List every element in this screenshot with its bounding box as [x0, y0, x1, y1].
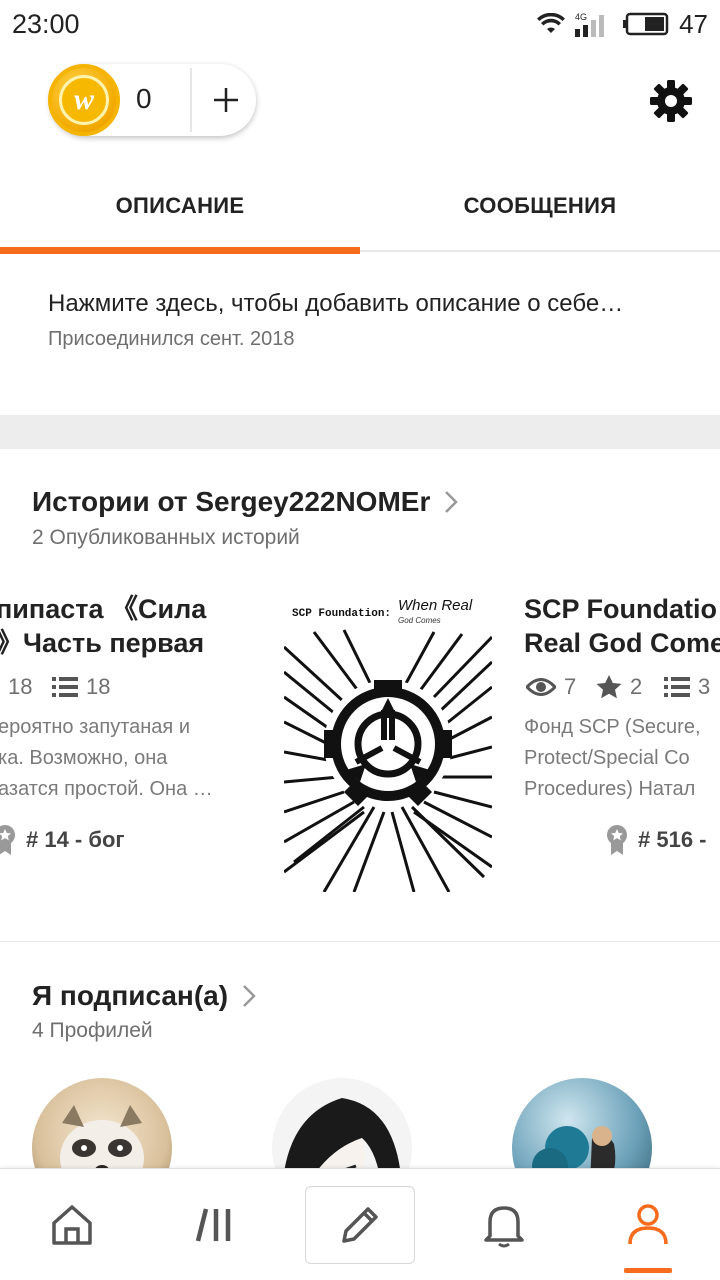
library-icon: [195, 1208, 231, 1242]
story-title-line: SCP Foundatio: [524, 594, 717, 624]
following-title: Я подписан(а): [32, 980, 229, 1011]
desc-line: ероятно запутаная и: [0, 716, 190, 738]
following-header[interactable]: Я подписан(а): [32, 980, 256, 1012]
signal-icon: 4G: [575, 11, 613, 37]
tab-messages[interactable]: СООБЩЕНИЯ: [360, 160, 720, 252]
about-placeholder[interactable]: Нажмите здесь, чтобы добавить описание о…: [48, 290, 688, 318]
nav-write[interactable]: [288, 1169, 432, 1280]
bell-icon: [484, 1206, 524, 1248]
nav-notifications[interactable]: [432, 1169, 576, 1280]
story-rank: # 516 -: [606, 824, 707, 856]
story-title-line: пипаста 《Сила: [0, 594, 207, 624]
chevron-right-icon: [243, 985, 256, 1007]
stories-count: 2 Опубликованных историй: [32, 526, 300, 549]
votes-count: 2: [630, 674, 643, 699]
desc-line: Фонд SCP (Secure,: [524, 716, 701, 738]
coin-symbol: w: [59, 75, 109, 125]
status-indicators: 4G 47: [537, 9, 708, 40]
story-title[interactable]: пипаста 《Сила 》Часть первая: [0, 592, 206, 660]
story-votes: 2: [596, 674, 642, 700]
battery-level: 47: [679, 8, 708, 39]
pencil-icon: [342, 1207, 378, 1243]
svg-text:God Comes: God Comes: [398, 616, 441, 625]
add-coins-button[interactable]: [204, 78, 248, 122]
rank-ribbon-icon: [607, 825, 627, 855]
list-icon: [52, 677, 78, 697]
svg-text:SCP Foundation:: SCP Foundation:: [292, 608, 391, 620]
story-cover[interactable]: SCP Foundation: When Real God Comes: [284, 592, 492, 892]
parts-count: 18: [86, 674, 111, 699]
wifi-icon: [537, 13, 566, 35]
story-reads: 18: [8, 674, 32, 700]
star-icon: [596, 675, 622, 699]
profile-icon: [628, 1204, 668, 1245]
story-title-line: 》Часть первая: [0, 628, 205, 658]
svg-text:When Real: When Real: [398, 597, 473, 614]
story-rank: # 14 - бог: [0, 824, 125, 856]
story-title-line: Real God Come: [524, 628, 720, 658]
write-button[interactable]: [305, 1186, 415, 1264]
svg-text:4G: 4G: [575, 12, 587, 22]
desc-line: азатся простой. Она …: [0, 778, 213, 800]
desc-line: Procedures) Натал: [524, 778, 696, 800]
profile-tabs: ОПИСАНИЕ СООБЩЕНИЯ: [0, 160, 720, 254]
story-parts: 18: [52, 674, 110, 700]
eye-icon: [526, 678, 556, 696]
rank-label: # 516 -: [638, 827, 707, 852]
coin-divider: [190, 68, 192, 132]
section-separator: [0, 415, 720, 449]
rank-ribbon-icon: [0, 825, 15, 855]
nav-library[interactable]: [144, 1169, 288, 1280]
story-description: Фонд SCP (Secure, Protect/Special Co Pro…: [524, 712, 701, 805]
story-parts: 3: [664, 674, 710, 700]
story-description: ероятно запутаная и ка. Возможно, она аз…: [0, 712, 213, 805]
tab-description[interactable]: ОПИСАНИЕ: [0, 160, 360, 254]
scp-cover-art: SCP Foundation: When Real God Comes: [284, 592, 492, 892]
about-section[interactable]: Нажмите здесь, чтобы добавить описание о…: [48, 290, 688, 351]
coin-count: 0: [136, 83, 152, 114]
list-icon: [664, 677, 690, 697]
home-icon: [52, 1205, 92, 1245]
stories-title: Истории от Sergey222NOMEr: [32, 486, 431, 517]
story-reads: 7: [526, 674, 576, 700]
chevron-right-icon: [445, 491, 459, 513]
following-count: 4 Профилей: [32, 1019, 153, 1042]
parts-count: 3: [698, 674, 711, 699]
coin-icon: w: [48, 64, 120, 136]
nav-profile[interactable]: [576, 1169, 720, 1280]
bottom-navigation: [0, 1168, 720, 1280]
reads-count: 18: [8, 674, 33, 699]
rank-label: # 14 - бог: [26, 827, 125, 852]
desc-line: Protect/Special Co: [524, 747, 690, 769]
plus-icon: [214, 88, 238, 112]
section-divider: [0, 941, 720, 942]
settings-button[interactable]: [650, 80, 692, 122]
status-bar: 23:00 4G 47: [0, 0, 720, 48]
battery-icon: [623, 12, 669, 36]
gear-icon: [650, 80, 692, 122]
coins-widget[interactable]: w 0: [48, 64, 256, 136]
story-title[interactable]: SCP Foundatio Real God Come: [524, 592, 720, 660]
active-indicator: [624, 1268, 672, 1273]
desc-line: ка. Возможно, она: [0, 747, 168, 769]
nav-home[interactable]: [0, 1169, 144, 1280]
status-time: 23:00: [12, 8, 80, 39]
reads-count: 7: [564, 674, 577, 699]
joined-date: Присоединился сент. 2018: [48, 328, 295, 350]
stories-header[interactable]: Истории от Sergey222NOMEr: [32, 486, 459, 518]
